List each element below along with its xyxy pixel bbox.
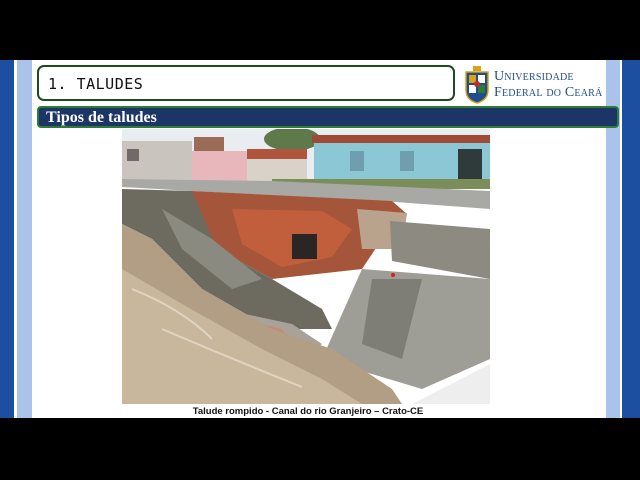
- left-border-dark-band: [0, 60, 14, 418]
- right-border-dark-band: [622, 60, 640, 418]
- collapsed-slope-photo: [122, 129, 490, 404]
- subtitle-bar: Tipos de taludes: [37, 106, 619, 128]
- university-logo: Universidade Federal do Ceará: [464, 66, 614, 106]
- photo-caption: Talude rompido - Canal do rio Granjeiro …: [192, 406, 424, 417]
- section-title-box: 1. TALUDES: [37, 65, 455, 101]
- slide: 1. TALUDES Universidade Federal do Ceará…: [0, 60, 640, 418]
- section-title: 1. TALUDES: [48, 75, 144, 93]
- slide-subtitle: Tipos de taludes: [46, 109, 157, 126]
- logo-text-line-2: Federal do Ceará: [494, 85, 603, 100]
- ufc-crest-icon: [465, 66, 489, 104]
- left-border-light-band: [17, 60, 32, 418]
- logo-text-line-1: Universidade: [494, 69, 574, 84]
